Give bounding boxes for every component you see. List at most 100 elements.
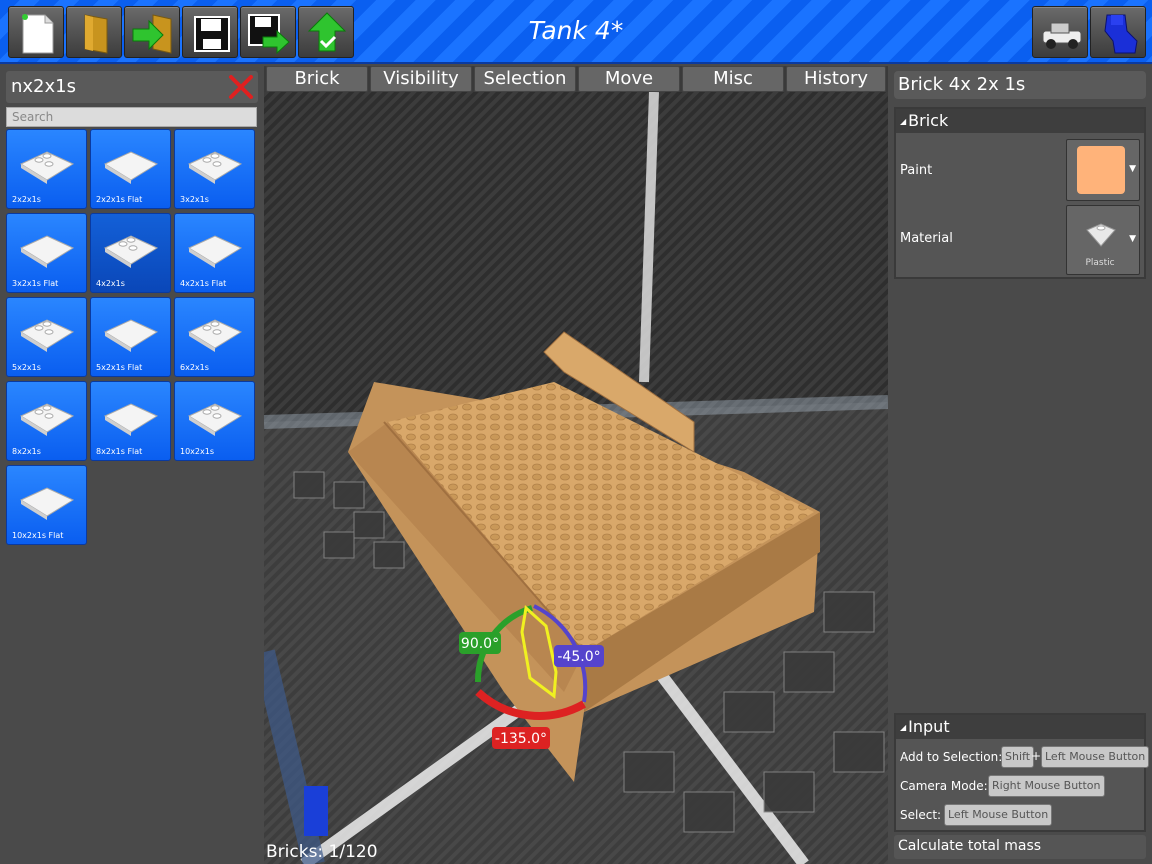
dropdown-arrow-icon: ▼ [1129, 234, 1136, 244]
brick-tile[interactable]: 4x2x1s [90, 213, 171, 293]
upload-button[interactable] [298, 6, 354, 58]
save-as-icon [248, 14, 290, 55]
brick-tile[interactable]: 8x2x1s [6, 381, 87, 461]
brick-preview-icon [19, 151, 75, 184]
brick-section: ◢ Brick Paint ▼ Material Plastic ▼ [894, 107, 1146, 279]
right-mouse-hint: Right Mouse Button [988, 775, 1105, 797]
tab-brick[interactable]: Brick [266, 66, 368, 92]
character-icon [1104, 14, 1138, 54]
paint-color-swatch [1077, 146, 1125, 194]
brick-tile-label: 3x2x1s Flat [12, 279, 59, 288]
brick-tile-label: 5x2x1s [12, 363, 41, 372]
brick-preview-icon [19, 487, 75, 520]
brick-tile[interactable]: 10x2x1s Flat [6, 465, 87, 545]
save-icon [194, 16, 230, 52]
brick-preview-icon [19, 319, 75, 352]
brick-preview-icon [103, 403, 159, 436]
plus-sign: + [1031, 749, 1042, 763]
brick-preview-icon [187, 151, 243, 184]
brick-tile-label: 8x2x1s Flat [96, 447, 143, 456]
brick-tile[interactable]: 8x2x1s Flat [90, 381, 171, 461]
brick-tile[interactable]: 3x2x1s [174, 129, 255, 209]
inspector-title: Brick 4x 2x 1s [894, 71, 1146, 99]
window-title: Tank 4* [528, 16, 624, 45]
tab-move[interactable]: Move [578, 66, 680, 92]
brick-preview-icon [187, 403, 243, 436]
brick-tile-label: 2x2x1s Flat [96, 195, 143, 204]
left-mouse-hint: Left Mouse Button [1041, 746, 1150, 768]
menu-tabs: Brick Visibility Selection Move Misc His… [264, 66, 888, 92]
import-button[interactable] [124, 6, 180, 58]
brick-preview-icon [19, 235, 75, 268]
app-window: Tank 4* nx2x1s 2x2x1s2x2x1s Flat3x2x1s3 [0, 0, 1152, 864]
brick-tile-label: 6x2x1s [180, 363, 209, 372]
brick-tile-label: 10x2x1s Flat [12, 531, 64, 540]
scene-render: 90.0° -45.0° -135.0° [264, 92, 888, 864]
bricks-count: Bricks: 1/120 [266, 842, 378, 862]
gizmo-label-green: 90.0° [461, 636, 499, 652]
gizmo-label-red: -135.0° [495, 731, 547, 747]
paint-label: Paint [900, 163, 933, 178]
camera-mode-label: Camera Mode: [900, 779, 988, 793]
brick-tile-label: 5x2x1s Flat [96, 363, 143, 372]
tab-history[interactable]: History [786, 66, 886, 92]
vehicle-mode-button[interactable] [1032, 6, 1088, 58]
import-icon [132, 14, 172, 54]
brick-preview-icon [187, 235, 243, 268]
material-value: Plastic [1085, 258, 1115, 268]
character-mode-button[interactable] [1090, 6, 1146, 58]
material-button[interactable]: Plastic ▼ [1066, 205, 1140, 275]
brick-tile-label: 3x2x1s [180, 195, 209, 204]
new-file-icon [22, 14, 54, 54]
brick-tile[interactable]: 10x2x1s [174, 381, 255, 461]
brick-tile[interactable]: 2x2x1s [6, 129, 87, 209]
catalog-title: nx2x1s [11, 76, 76, 97]
catalog-header: nx2x1s [6, 71, 258, 103]
brick-catalog-panel: nx2x1s 2x2x1s 2x2x1s Flat 3x2x1s 3x2x1s Fla… [0, 66, 264, 864]
select-mouse-hint: Left Mouse Button [944, 804, 1053, 826]
save-button[interactable] [182, 6, 238, 58]
brick-tile[interactable]: 5x2x1s Flat [90, 297, 171, 377]
input-section-header[interactable]: ◢ Input [896, 715, 1144, 739]
select-label: Select: [900, 808, 942, 822]
paint-swatch-button[interactable]: ▼ [1066, 139, 1140, 201]
search-input[interactable] [6, 107, 257, 127]
material-brick-icon [1086, 223, 1116, 247]
top-toolbar: Tank 4* [0, 0, 1152, 64]
shift-key-hint: Shift [1001, 746, 1035, 768]
brick-preview-icon [103, 319, 159, 352]
brick-tile-label: 4x2x1s [96, 279, 125, 288]
brick-tile-label: 8x2x1s [12, 447, 41, 456]
brick-preview-icon [187, 319, 243, 352]
dropdown-arrow-icon: ▼ [1129, 164, 1136, 174]
tab-selection[interactable]: Selection [474, 66, 576, 92]
collapse-triangle-icon: ◢ [900, 723, 907, 732]
tab-misc[interactable]: Misc [682, 66, 784, 92]
brick-section-header[interactable]: ◢ Brick [896, 109, 1144, 133]
brick-tile[interactable]: 3x2x1s Flat [6, 213, 87, 293]
brick-tile[interactable]: 4x2x1s Flat [174, 213, 255, 293]
gizmo-label-purple: -45.0° [557, 649, 600, 665]
close-icon[interactable] [228, 74, 254, 100]
open-folder-icon [84, 14, 108, 54]
tab-visibility[interactable]: Visibility [370, 66, 472, 92]
3d-viewport[interactable]: Brick Visibility Selection Move Misc His… [264, 66, 888, 864]
upload-icon [307, 12, 347, 52]
brick-tile[interactable]: 2x2x1s Flat [90, 129, 171, 209]
brick-tile-label: 4x2x1s Flat [180, 279, 227, 288]
vehicle-icon [1042, 22, 1082, 49]
save-as-button[interactable] [240, 6, 296, 58]
brick-tile-label: 2x2x1s [12, 195, 41, 204]
input-section-title: Input [908, 717, 950, 736]
brick-section-title: Brick [908, 111, 949, 130]
brick-preview-icon [19, 403, 75, 436]
brick-tile-label: 10x2x1s [180, 447, 214, 456]
brick-tile[interactable]: 5x2x1s [6, 297, 87, 377]
brick-tile[interactable]: 6x2x1s [174, 297, 255, 377]
new-file-button[interactable] [8, 6, 64, 58]
calculate-mass-button[interactable]: Calculate total mass [894, 835, 1146, 859]
add-selection-label: Add to Selection: [900, 750, 1003, 764]
open-button[interactable] [66, 6, 122, 58]
brick-preview-icon [103, 151, 159, 184]
input-section: ◢ Input Add to Selection: Shift + Left Mo… [894, 713, 1150, 832]
